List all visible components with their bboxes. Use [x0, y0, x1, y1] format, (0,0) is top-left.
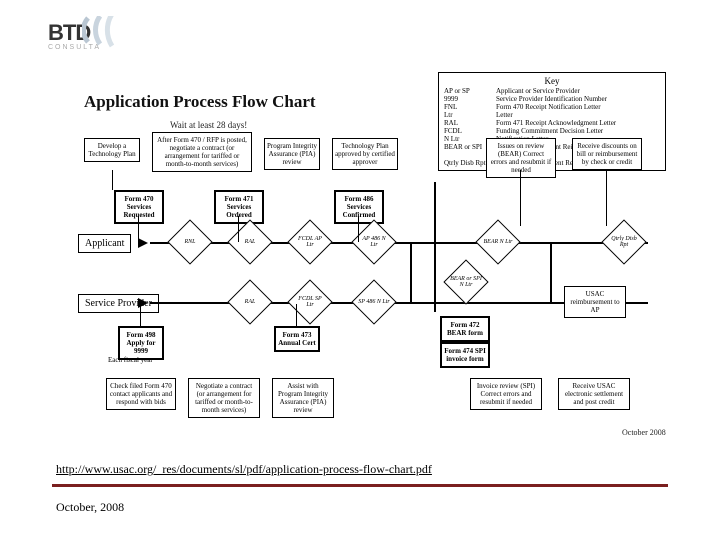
conn: [140, 304, 141, 326]
key-def: Service Provider Identification Number: [496, 95, 660, 103]
conn: [296, 304, 297, 326]
key-def: Form 470 Receipt Notification Letter: [496, 103, 660, 111]
logo: BTD CONSULTA: [48, 20, 101, 51]
diamond-ap486: AP 486 N Ltr: [358, 226, 390, 258]
conn-dashed: [498, 302, 564, 303]
logo-arcs-icon: [82, 16, 142, 50]
diamond-rnl: RNL: [174, 226, 206, 258]
step-receive-discount: Receive discounts on bill or reimburseme…: [572, 138, 642, 170]
key-title: Key: [444, 76, 660, 86]
arrow-start-applicant: [138, 238, 150, 248]
key-def: Form 471 Receipt Acknowledgment Letter: [496, 119, 660, 127]
diamond-fcdl-sp: FCDL SP Ltr: [294, 286, 326, 318]
sp-check-470: Check filed Form 470 contact applicants …: [106, 378, 176, 410]
form-473: Form 473 Annual Cert: [274, 326, 320, 352]
slide: BTD CONSULTA Application Process Flow Ch…: [0, 0, 720, 540]
role-applicant: Applicant: [78, 234, 131, 253]
form-472: Form 472 BEAR form: [440, 316, 490, 342]
step-pia: Program Integrity Assurance (PIA) review: [264, 138, 320, 170]
key-abbr: Ltr: [444, 111, 496, 119]
diamond-qtrly: Qtrly Disb Rpt: [608, 226, 640, 258]
key-row: LtrLetter: [444, 111, 660, 119]
key-abbr: FNL: [444, 103, 496, 111]
source-link[interactable]: http://www.usac.org/_res/documents/sl/pd…: [56, 462, 432, 477]
key-def: Letter: [496, 111, 660, 119]
bracket-label: Each fiscal year: [108, 356, 153, 364]
footer-rule: [52, 484, 668, 487]
step-tech-approved: Technology Plan approved by certified ap…: [332, 138, 398, 170]
key-row: FNLForm 470 Receipt Notification Letter: [444, 103, 660, 111]
diamond-fcdl-ap: FCDL AP Ltr: [294, 226, 326, 258]
footer-date: October, 2008: [56, 500, 124, 515]
conn: [238, 216, 239, 242]
step-negotiate: After Form 470 / RFP is posted, negotiat…: [152, 132, 252, 172]
key-row: 9999Service Provider Identification Numb…: [444, 95, 660, 103]
flow-area: Develop a Technology Plan After Form 470…: [78, 130, 668, 430]
conn: [358, 216, 359, 242]
form-474: Form 474 SPI invoice form: [440, 342, 490, 368]
key-row: AP or SPApplicant or Service Provider: [444, 87, 660, 95]
conn-v: [434, 182, 436, 312]
sp-negotiate: Negotiate a contract (or arrangement for…: [188, 378, 260, 418]
form-471: Form 471 Services Ordered: [214, 190, 264, 224]
sp-assist-pia: Assist with Program Integrity Assurance …: [272, 378, 334, 418]
conn: [138, 216, 139, 242]
key-def: Applicant or Service Provider: [496, 87, 660, 95]
diamond-sp486: SP 486 N Ltr: [358, 286, 390, 318]
key-abbr: 9999: [444, 95, 496, 103]
step-bear-review: Issues on review (BEAR) Correct errors a…: [486, 138, 556, 178]
diamond-bear-nltr: BEAR N Ltr: [482, 226, 514, 258]
applicant-line: [150, 242, 648, 244]
form-486: Form 486 Services Confirmed: [334, 190, 384, 224]
usac-reimbursement: USAC reimbursement to AP: [564, 286, 626, 318]
diagram-date: October 2008: [622, 428, 666, 437]
key-abbr: AP or SP: [444, 87, 496, 95]
chart-title: Application Process Flow Chart: [84, 92, 316, 112]
conn: [112, 170, 113, 190]
conn: [520, 170, 521, 226]
diamond-ral-sp: RAL: [234, 286, 266, 318]
step-develop-plan: Develop a Technology Plan: [84, 138, 140, 162]
wait-note: Wait at least 28 days!: [170, 120, 247, 130]
key-abbr: RAL: [444, 119, 496, 127]
conn-v: [550, 242, 552, 304]
key-row: RALForm 471 Receipt Acknowledgment Lette…: [444, 119, 660, 127]
conn: [606, 170, 607, 226]
form-470: Form 470 Services Requested: [114, 190, 164, 224]
spi-review: Invoice review (SPI) Correct errors and …: [470, 378, 542, 410]
diamond-bear-spi: BEAR or SPI N Ltr: [450, 266, 482, 298]
conn-v: [410, 242, 412, 304]
receive-usac: Receive USAC electronic settlement and p…: [558, 378, 630, 410]
